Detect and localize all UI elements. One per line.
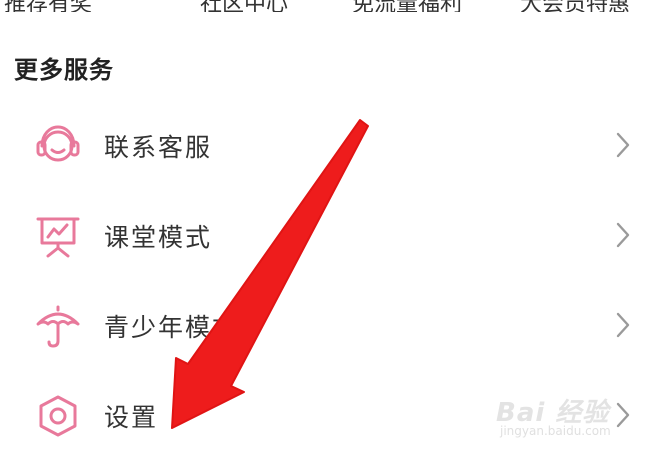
menu-item-teen-mode[interactable]: 青少年模式	[0, 280, 648, 370]
presentation-board-icon	[34, 212, 82, 260]
menu-item-label: 设置	[104, 403, 159, 432]
umbrella-icon	[34, 302, 82, 350]
chevron-right-icon	[612, 131, 632, 159]
watermark-url: jingyan.baidu.com	[500, 424, 611, 438]
menu-item-label: 青少年模式	[104, 313, 240, 342]
section-title: 更多服务	[14, 56, 114, 84]
chevron-right-icon	[612, 311, 632, 339]
top-shortcut-row: 推荐有奖 社区中心 免流量福利 大会员特惠	[0, 0, 648, 12]
chevron-right-icon	[612, 221, 632, 249]
top-shortcut-2[interactable]: 社区中心	[200, 0, 288, 12]
top-shortcut-1[interactable]: 推荐有奖	[4, 0, 92, 12]
hexagon-gear-icon	[34, 392, 82, 440]
menu-item-label: 课堂模式	[104, 223, 213, 252]
menu-item-customer-service[interactable]: 联系客服	[0, 100, 648, 190]
baidu-jingyan-watermark: Bai 经验 jingyan.baidu.com	[490, 392, 620, 440]
menu-item-classroom-mode[interactable]: 课堂模式	[0, 190, 648, 280]
menu-item-label: 联系客服	[104, 133, 213, 162]
headset-icon	[34, 122, 82, 170]
top-shortcut-4[interactable]: 大会员特惠	[520, 0, 630, 12]
top-shortcut-3[interactable]: 免流量福利	[352, 0, 462, 12]
